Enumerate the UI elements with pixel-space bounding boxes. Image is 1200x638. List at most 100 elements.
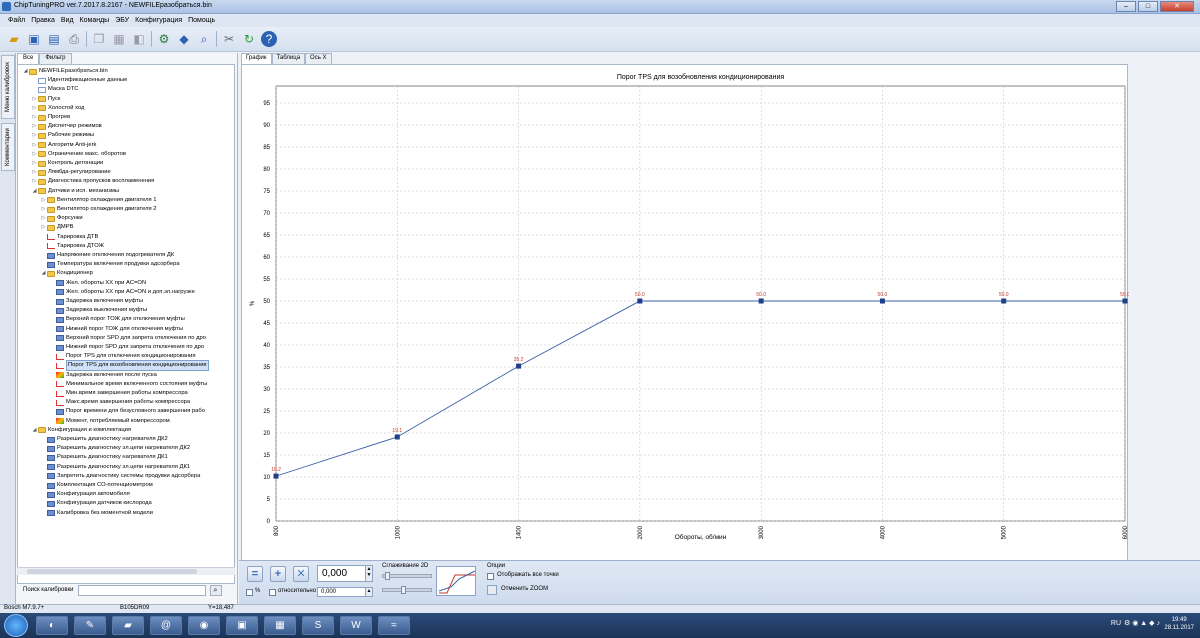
taskbar-mail-icon[interactable]: @: [150, 616, 182, 635]
data-point[interactable]: [273, 473, 279, 479]
tree-item[interactable]: Задержка включения после пуска: [49, 371, 157, 380]
tree-item[interactable]: Тарировка ДТОЖ: [40, 242, 104, 251]
tree-item[interactable]: Напряжение отключения подогревателя ДК: [40, 251, 174, 260]
undo-zoom-button[interactable]: Отменить ZOOM: [501, 586, 548, 592]
paste-icon[interactable]: ▦: [111, 31, 127, 47]
tree-item[interactable]: Верхний порог ТОЖ для отключения муфты: [49, 315, 185, 324]
tools-icon[interactable]: ✂: [221, 31, 237, 47]
tree-item[interactable]: ▷ Вентилятор охлаждения двигателя 2: [40, 205, 156, 214]
tree-item[interactable]: ▷ Рабочие режимы: [31, 131, 94, 140]
expand-arrow-icon[interactable]: ▷: [31, 168, 38, 177]
data-point[interactable]: [879, 298, 885, 304]
taskbar-app-icon[interactable]: ▦: [264, 616, 296, 635]
search-button[interactable]: ⌕: [209, 584, 222, 596]
data-point[interactable]: [1122, 298, 1128, 304]
percent-checkbox[interactable]: [246, 589, 253, 596]
relative-spinner[interactable]: ▲: [365, 587, 373, 597]
open-folder-icon[interactable]: ▰: [6, 31, 22, 47]
connect-icon[interactable]: ⚙: [156, 31, 172, 47]
taskbar-tool-icon[interactable]: ✎: [74, 616, 106, 635]
expand-arrow-icon[interactable]: ▷: [31, 141, 38, 150]
tab-calibration-menu[interactable]: Меню калибровок: [1, 55, 15, 119]
slider-knob[interactable]: [385, 572, 390, 580]
set-value-button[interactable]: =: [247, 566, 263, 582]
tree-item[interactable]: Нижний порог SPD для запрета отключения …: [49, 343, 204, 352]
data-point[interactable]: [516, 363, 522, 369]
clock[interactable]: 19:49 28.11.2017: [1164, 616, 1194, 632]
expand-arrow-icon[interactable]: ▷: [31, 131, 38, 140]
tab-graph[interactable]: График: [241, 53, 272, 64]
tree-item[interactable]: Тарировка ДТВ: [40, 233, 98, 242]
tree-item[interactable]: ▷ ДМРВ: [40, 223, 74, 232]
expand-arrow-icon[interactable]: ▷: [40, 205, 47, 214]
close-button[interactable]: ✕: [1160, 1, 1194, 12]
data-point[interactable]: [1001, 298, 1007, 304]
tab-table[interactable]: Таблица: [271, 53, 306, 64]
save-icon[interactable]: ▣: [26, 31, 42, 47]
minimize-button[interactable]: –: [1116, 1, 1136, 12]
smoothing-slider-2[interactable]: [382, 586, 432, 594]
multiply-value-button[interactable]: ✕: [293, 566, 309, 582]
tree-item[interactable]: Разрешить диагностику нагревателя ДК2: [40, 435, 168, 444]
expand-arrow-icon[interactable]: ▷: [31, 150, 38, 159]
tree-item[interactable]: ◢ NEWFILEразобраться.bin: [22, 67, 108, 76]
collapse-arrow-icon[interactable]: ◢: [40, 269, 47, 278]
collapse-arrow-icon[interactable]: ◢: [31, 187, 38, 196]
menu-commands[interactable]: Команды: [80, 17, 110, 24]
menu-edit[interactable]: Правка: [31, 17, 55, 24]
tree-item[interactable]: Макс.время завершения работы компрессора: [49, 398, 190, 407]
scrollbar-thumb[interactable]: [27, 569, 197, 574]
taskbar-folder-icon[interactable]: ▰: [112, 616, 144, 635]
tree-item[interactable]: Задержка включения муфты: [49, 297, 143, 306]
tree-item[interactable]: Запретить диагностику системы продувки а…: [40, 472, 200, 481]
smoothing-slider[interactable]: [382, 572, 432, 580]
expand-arrow-icon[interactable]: ▷: [40, 214, 47, 223]
tree-item[interactable]: ◢ Конфигурация и комплектация: [31, 426, 131, 435]
tab-filter[interactable]: Фильтр: [39, 53, 72, 64]
print-icon[interactable]: ⎙: [66, 31, 82, 47]
menu-view[interactable]: Вид: [61, 17, 74, 24]
tree-item[interactable]: ▷ Контроль детонации: [31, 159, 103, 168]
search-icon[interactable]: ⌕: [196, 31, 212, 47]
tree-item[interactable]: Порог TPS для возобновления кондициониро…: [49, 360, 209, 372]
data-point[interactable]: [394, 434, 400, 440]
tree-item[interactable]: ▷ Лямбда-регулирование: [31, 168, 111, 177]
tree-item[interactable]: ◢ Датчики и исп. механизмы: [31, 187, 119, 196]
compare-icon[interactable]: ◧: [131, 31, 147, 47]
tree-item[interactable]: Конфигурация автомобиля: [40, 490, 130, 499]
save-as-icon[interactable]: ▤: [46, 31, 62, 47]
menu-file[interactable]: Файл: [8, 17, 25, 24]
tree-item[interactable]: ▷ Холостой ход: [31, 104, 84, 113]
copy-icon[interactable]: ❐: [91, 31, 107, 47]
tree-item[interactable]: ▷ Пуск: [31, 95, 60, 104]
tree-item[interactable]: Разрешить диагностику нагревателя ДК1: [40, 453, 168, 462]
tree-item[interactable]: ▷ Прогрев: [31, 113, 70, 122]
taskbar-chiptuning-icon[interactable]: ≈: [378, 616, 410, 635]
tree-item[interactable]: Порог времени для безусловного завершени…: [49, 407, 205, 416]
expand-arrow-icon[interactable]: ▷: [31, 122, 38, 131]
tree-horizontal-scrollbar[interactable]: [17, 567, 235, 575]
maximize-button[interactable]: □: [1138, 1, 1158, 12]
expand-arrow-icon[interactable]: ▷: [40, 223, 47, 232]
undo-zoom-icon[interactable]: [487, 585, 497, 595]
tree-item[interactable]: Момент, потребляемый компрессором: [49, 417, 170, 426]
tree-item[interactable]: ▷ Ограничение макс. оборотов: [31, 150, 126, 159]
tree-item[interactable]: Мин.время завершения работы компрессора: [49, 389, 188, 398]
tab-all[interactable]: Все: [17, 53, 40, 64]
menu-configuration[interactable]: Конфигурация: [135, 17, 182, 24]
collapse-arrow-icon[interactable]: ◢: [31, 426, 38, 435]
expand-arrow-icon[interactable]: ▷: [31, 159, 38, 168]
taskbar-firefox-icon[interactable]: ◉: [188, 616, 220, 635]
expand-arrow-icon[interactable]: ▷: [40, 196, 47, 205]
expand-arrow-icon[interactable]: ▷: [31, 95, 38, 104]
tree-item[interactable]: Минимальное время включенного состояния …: [49, 380, 207, 389]
plot-area[interactable]: [275, 85, 1126, 522]
tree-item[interactable]: Температура включения продувки адсорбера: [40, 260, 180, 269]
search-input[interactable]: [77, 584, 206, 596]
tree-item[interactable]: ▷ Форсунки: [40, 214, 83, 223]
tree-item[interactable]: Нижний порог ТОЖ для отключения муфты: [49, 325, 183, 334]
add-value-button[interactable]: +: [270, 566, 286, 582]
taskbar-skype-icon[interactable]: S: [302, 616, 334, 635]
chart-area[interactable]: Порог TPS для возобновления кондициониро…: [241, 64, 1129, 602]
tree-item[interactable]: ▷ Диагностика пропусков воспламенения: [31, 177, 154, 186]
